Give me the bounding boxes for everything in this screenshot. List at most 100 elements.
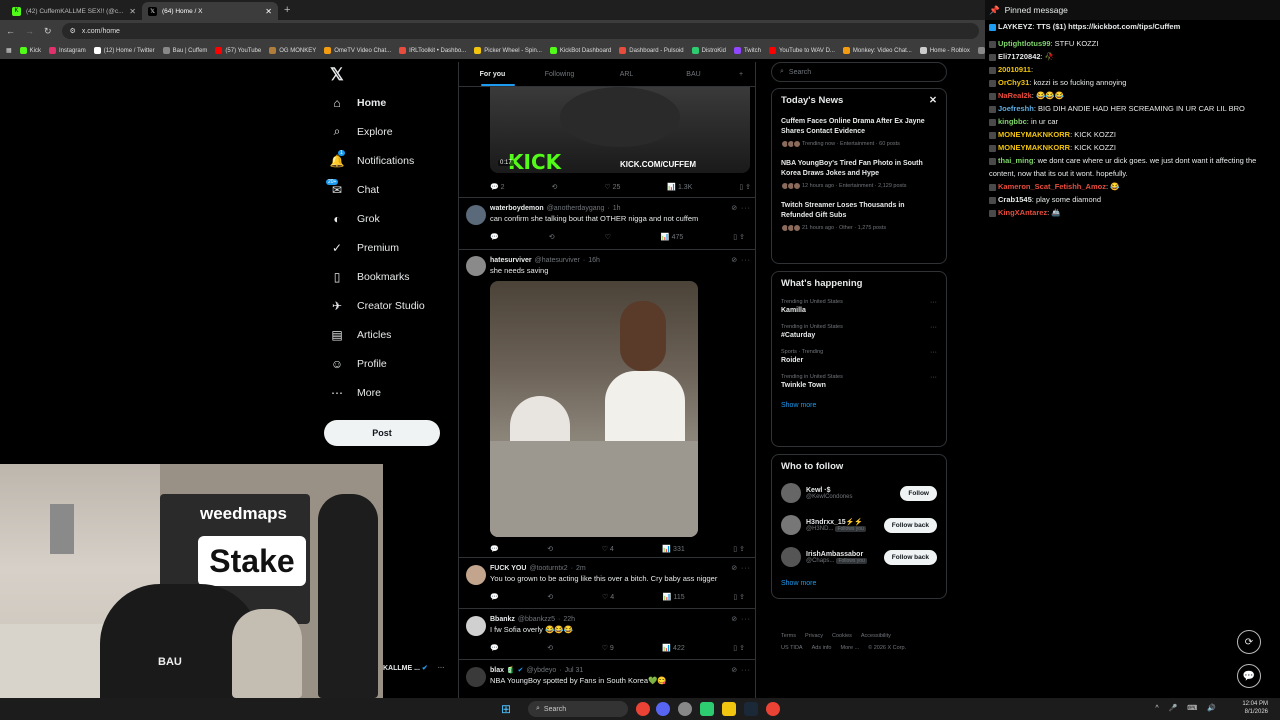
author-handle[interactable]: @bbankzz5 xyxy=(518,616,555,623)
bookmark-item[interactable]: Home - Roblox xyxy=(919,47,970,54)
reply-button[interactable]: 💬 xyxy=(490,233,499,241)
author-handle[interactable]: @ybdeyo xyxy=(527,667,557,674)
repost-button[interactable]: ⟲ xyxy=(552,183,558,191)
post-time[interactable]: 2m xyxy=(576,565,586,572)
avatar[interactable] xyxy=(781,515,801,535)
refresh-chat-icon[interactable]: ⟳ xyxy=(1237,630,1261,654)
post-blax[interactable]: blax 🧃 ✔ @ybdeyo · Jul 31 ⊘ ··· NBA YoungBoy … xyxy=(459,661,755,698)
file-explorer-taskbar-icon[interactable] xyxy=(722,702,736,716)
tab-arl[interactable]: ARL xyxy=(593,71,660,78)
video-player[interactable]: KICK KICK.COM/CUFFEM 0:17 xyxy=(490,87,750,173)
nav-item-articles[interactable]: ▤ Articles xyxy=(324,320,454,349)
nav-item-profile[interactable]: ☺ Profile xyxy=(324,349,454,378)
back-icon[interactable]: ← xyxy=(6,26,15,36)
post-time[interactable]: 22h xyxy=(563,616,575,623)
nav-item-premium[interactable]: ✓ Premium xyxy=(324,233,454,262)
author-name[interactable]: Bbankz xyxy=(490,616,515,623)
bookmark-item[interactable]: Monkey: Video Chat... xyxy=(842,47,912,54)
avatar[interactable] xyxy=(466,256,486,276)
bookmark-item[interactable]: Twitch xyxy=(733,47,761,54)
more-options-icon[interactable]: ⊘ ··· xyxy=(731,666,751,674)
nav-item-notifications[interactable]: 🔔 Notifications 1 xyxy=(324,146,454,175)
trend-item[interactable]: Sports · Trending Roider ··· xyxy=(781,349,937,364)
news-item[interactable]: Twitch Streamer Loses Thousands in Refun… xyxy=(781,201,937,232)
repost-button[interactable]: ⟲ xyxy=(547,593,553,601)
chat-username[interactable]: NaReal2k xyxy=(998,91,1032,100)
show-more-follows-link[interactable]: Show more xyxy=(781,580,937,587)
chat-username[interactable]: kingbbc xyxy=(998,117,1027,126)
avatar[interactable] xyxy=(781,483,801,503)
avatar[interactable] xyxy=(466,565,486,585)
footer-link[interactable]: Cookies xyxy=(832,633,852,639)
avatar[interactable] xyxy=(466,616,486,636)
like-button[interactable]: ♡ 4 xyxy=(602,593,614,601)
author-handle[interactable]: @tooturntx2 xyxy=(529,565,567,572)
show-more-trends-link[interactable]: Show more xyxy=(781,402,937,409)
follow-name[interactable]: Kewl ·$ xyxy=(806,487,852,494)
reply-button[interactable]: 💬 xyxy=(490,644,499,652)
chrome-taskbar-icon[interactable] xyxy=(636,702,650,716)
tab-following[interactable]: Following xyxy=(526,71,593,78)
bookmark-item[interactable]: Dashboard - Pulsoid xyxy=(619,47,684,54)
views-button[interactable]: 📊 115 xyxy=(663,593,685,601)
chat-username[interactable]: OrChy31 xyxy=(998,78,1029,87)
bookmark-item[interactable]: KickBot Dashboard xyxy=(549,47,611,54)
post-time[interactable]: Jul 31 xyxy=(565,667,584,674)
repost-button[interactable]: ⟲ xyxy=(549,233,555,241)
like-button[interactable]: ♡ 9 xyxy=(602,644,614,652)
bookmark-item[interactable]: YouTube to WAV D... xyxy=(768,47,835,54)
system-tray-icons[interactable]: ^ 🎤 ⌨ 🔊 xyxy=(1155,704,1220,712)
author-name[interactable]: FUCK YOU xyxy=(490,565,526,572)
bookmark-item[interactable]: (12) Home / Twitter xyxy=(93,47,155,54)
chat-username[interactable]: Uptightlotus99 xyxy=(998,39,1051,48)
footer-link[interactable]: Ads info xyxy=(812,645,832,651)
close-tab-icon[interactable]: ✕ xyxy=(265,7,272,16)
bookmark-item[interactable]: Kick xyxy=(19,47,41,54)
more-options-icon[interactable]: ··· xyxy=(930,349,937,356)
nav-item-creator-studio[interactable]: ✈ Creator Studio xyxy=(324,291,454,320)
avatar[interactable] xyxy=(466,667,486,687)
author-handle[interactable]: @anotherdaygang xyxy=(547,205,605,212)
post-video[interactable]: KICK KICK.COM/CUFFEM 0:17 💬 2 ⟲ ♡ 25 📊 1… xyxy=(459,87,755,198)
post-bbankz[interactable]: Bbankz @bbankzz5 · 22h ⊘ ··· I fw Sofia over… xyxy=(459,610,755,660)
views-button[interactable]: 📊 331 xyxy=(662,545,684,553)
bookmark-item[interactable]: OG MONKEY xyxy=(269,47,316,54)
news-item[interactable]: NBA YoungBoy's Tired Fan Photo in South … xyxy=(781,159,937,190)
url-field[interactable]: ⚙ x.com/home xyxy=(61,23,979,39)
account-switcher-name[interactable]: KALLME ... ✔ ··· xyxy=(383,664,445,672)
author-name[interactable]: waterboydemon xyxy=(490,205,544,212)
follow-name[interactable]: H3ndrxx_15⚡⚡ xyxy=(806,518,866,526)
footer-link[interactable]: Terms xyxy=(781,633,796,639)
follow-suggestion[interactable]: H3ndrxx_15⚡⚡ @H3ND... Follows you Follow ba… xyxy=(781,514,937,536)
x-logo-icon[interactable]: 𝕏 xyxy=(324,62,454,88)
more-options-icon[interactable]: ⊘ ··· xyxy=(731,204,751,212)
chrome-active-taskbar-icon[interactable] xyxy=(766,702,780,716)
chat-username[interactable]: Kameron_Scat_Fetishh_Amoz xyxy=(998,182,1106,191)
follow-suggestion[interactable]: Kewl ·$ @KewlCondones Follow xyxy=(781,482,937,504)
views-button[interactable]: 📊 422 xyxy=(662,644,684,652)
search-input[interactable]: ⌕ Search xyxy=(771,62,947,82)
nav-item-more[interactable]: ⋯ More xyxy=(324,378,454,407)
follow-button[interactable]: Follow back xyxy=(883,549,937,565)
post-time[interactable]: 16h xyxy=(588,257,600,264)
more-options-icon[interactable]: ··· xyxy=(930,324,937,331)
bookmark-item[interactable]: IRLToolkit • Dashbo... xyxy=(399,47,466,54)
close-icon[interactable]: ✕ xyxy=(929,95,937,106)
chat-username[interactable]: MONEYMAKNKORR xyxy=(998,143,1070,152)
apps-icon[interactable]: ▦ xyxy=(6,47,12,54)
chat-username[interactable]: 20010911 xyxy=(998,65,1031,74)
post-waterboydemon[interactable]: waterboydemon @anotherdaygang · 1h ⊘ ··· can… xyxy=(459,199,755,250)
nav-item-home[interactable]: ⌂ Home xyxy=(324,88,454,117)
footer-link[interactable]: © 2026 X Corp. xyxy=(868,645,906,651)
site-info-icon[interactable]: ⚙ xyxy=(70,27,76,35)
follow-button[interactable]: Follow xyxy=(900,485,937,501)
obs-taskbar-icon[interactable] xyxy=(678,702,692,716)
reply-button[interactable]: 💬 xyxy=(490,593,499,601)
like-button[interactable]: ♡ xyxy=(605,233,611,241)
reload-icon[interactable]: ↻ xyxy=(44,26,52,37)
taskbar-clock[interactable]: 12:04 PM 8/1/2026 xyxy=(1242,700,1268,716)
more-options-icon[interactable]: ⊘ ··· xyxy=(731,256,751,264)
bookmark-button[interactable]: ▯ ⇪ xyxy=(733,233,745,241)
more-options-icon[interactable]: ⊘ ··· xyxy=(731,564,751,572)
bookmark-item[interactable]: Instagram xyxy=(49,47,86,54)
